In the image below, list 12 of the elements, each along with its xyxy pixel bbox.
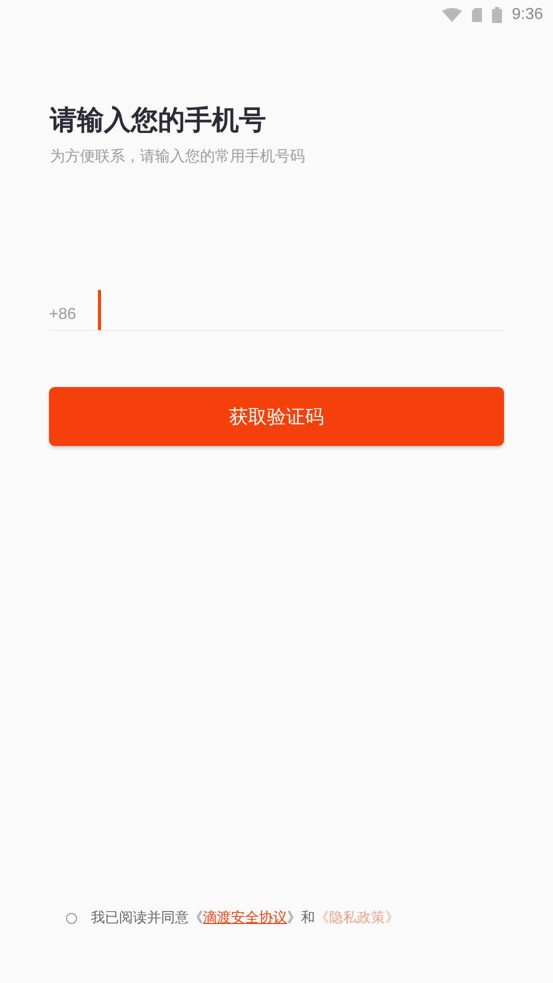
status-time: 9:36: [512, 6, 543, 24]
battery-icon: [492, 7, 502, 23]
page-subtitle: 为方便联系，请输入您的常用手机号码: [50, 147, 306, 166]
agreement-text: 我已阅读并同意《滴渡安全协议》和《隐私政策》: [91, 909, 399, 927]
wifi-icon: [442, 8, 462, 22]
agreement-link[interactable]: 滴渡安全协议: [203, 910, 287, 926]
page-title: 请输入您的手机号: [50, 104, 267, 138]
phone-field[interactable]: +86: [49, 289, 504, 331]
get-code-button[interactable]: 获取验证码: [49, 387, 504, 446]
privacy-link[interactable]: 《隐私政策》: [315, 910, 399, 926]
country-code: +86: [49, 306, 78, 325]
agreement-radio[interactable]: [66, 912, 77, 924]
